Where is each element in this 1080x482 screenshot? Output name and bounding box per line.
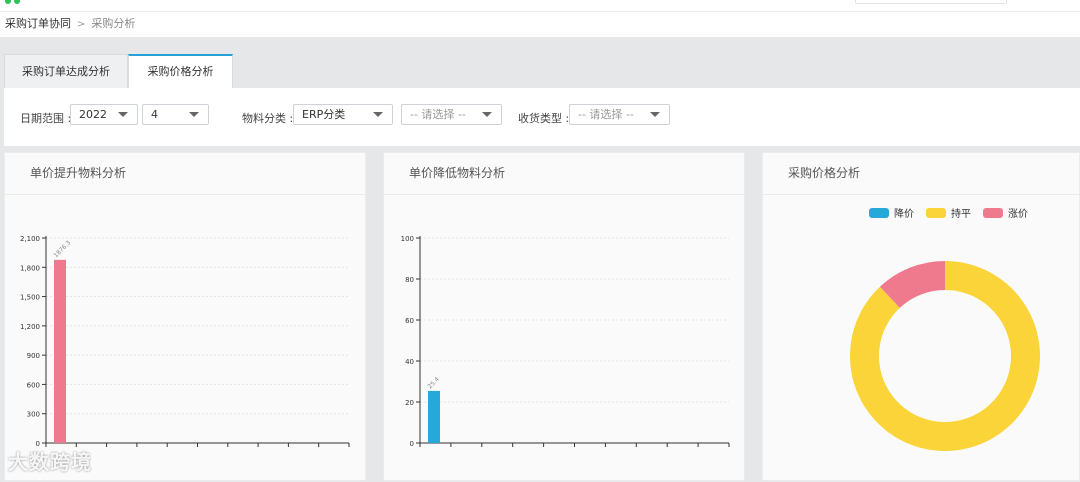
price-increase-panel: 单价提升物料分析 0 300 600 900 1,200 1,500 1,800 2,100 1… [4, 152, 366, 481]
chevron-down-icon [373, 112, 383, 117]
bar-data-label: 25.4 [426, 376, 441, 391]
y-tick-label: 1,500 [20, 294, 40, 302]
bar [428, 390, 440, 443]
y-tick-label: 1,800 [20, 264, 40, 272]
chevron-down-icon [482, 112, 492, 117]
y-tick-label: 300 [27, 411, 40, 419]
y-tick-label: 60 [405, 317, 414, 325]
watermark-logo: 大数跨境 [8, 450, 92, 474]
price-decrease-chart: 0 20 40 60 80 100 25.4 [401, 235, 730, 448]
material-type-value: ERP分类 [302, 108, 346, 121]
tab-price-analysis[interactable]: 采购价格分析 [128, 54, 233, 88]
material-type-select[interactable]: ERP分类 [293, 104, 393, 125]
y-tick-label: 80 [405, 276, 414, 284]
top-bar [0, 0, 1080, 12]
y-tick-label: 20 [405, 399, 414, 407]
tab-bar: 采购订单达成分析 采购价格分析 [0, 38, 1080, 88]
price-donut-chart [850, 261, 1040, 451]
y-tick-label: 2,100 [20, 235, 40, 243]
month-value: 4 [151, 108, 158, 121]
purchase-price-panel: 采购价格分析 降价 持平 涨价 [762, 152, 1080, 481]
y-tick-label: 100 [401, 235, 414, 243]
year-select[interactable]: 2022 [70, 104, 138, 125]
year-value: 2022 [79, 108, 107, 121]
chevron-down-icon [118, 112, 128, 117]
material-detail-placeholder: -- 请选择 -- [410, 108, 466, 121]
y-tick-label: 900 [27, 352, 40, 360]
month-select[interactable]: 4 [142, 104, 209, 125]
y-tick-label: 40 [405, 358, 414, 366]
y-tick-label: 1,200 [20, 323, 40, 331]
breadcrumb-parent[interactable]: 采购订单协同 [5, 17, 71, 30]
chevron-down-icon [650, 112, 660, 117]
status-dot-icon [5, 0, 11, 4]
status-dot-icon [14, 0, 20, 4]
bar-data-label: 1876.3 [52, 239, 72, 259]
receipt-type-label: 收货类型 : [518, 112, 570, 125]
bar [54, 259, 66, 443]
y-tick-label: 600 [27, 381, 40, 389]
chevron-down-icon [189, 112, 199, 117]
breadcrumb-separator-icon: > [77, 19, 86, 30]
breadcrumb-current: 采购分析 [91, 17, 136, 30]
filter-bar: 日期范围 : 2022 4 物料分类 : ERP分类 -- 请选择 -- 收货类… [4, 88, 1080, 146]
price-decrease-panel: 单价降低物料分析 0 20 40 60 80 100 25.4 [383, 152, 745, 481]
receipt-type-placeholder: -- 请选择 -- [578, 108, 634, 121]
material-category-label: 物料分类 : [242, 112, 294, 125]
breadcrumb: 采购订单协同 > 采购分析 [0, 12, 1080, 38]
top-search-input[interactable] [855, 0, 1007, 4]
date-range-label: 日期范围 : [20, 112, 72, 125]
tab-order-achievement[interactable]: 采购订单达成分析 [4, 54, 128, 88]
price-increase-chart: 03006009001,2001,5001,8002,1001876.3 [20, 235, 350, 448]
material-detail-select[interactable]: -- 请选择 -- [401, 104, 502, 125]
receipt-type-select[interactable]: -- 请选择 -- [569, 104, 670, 125]
y-tick-label: 0 [410, 440, 414, 448]
